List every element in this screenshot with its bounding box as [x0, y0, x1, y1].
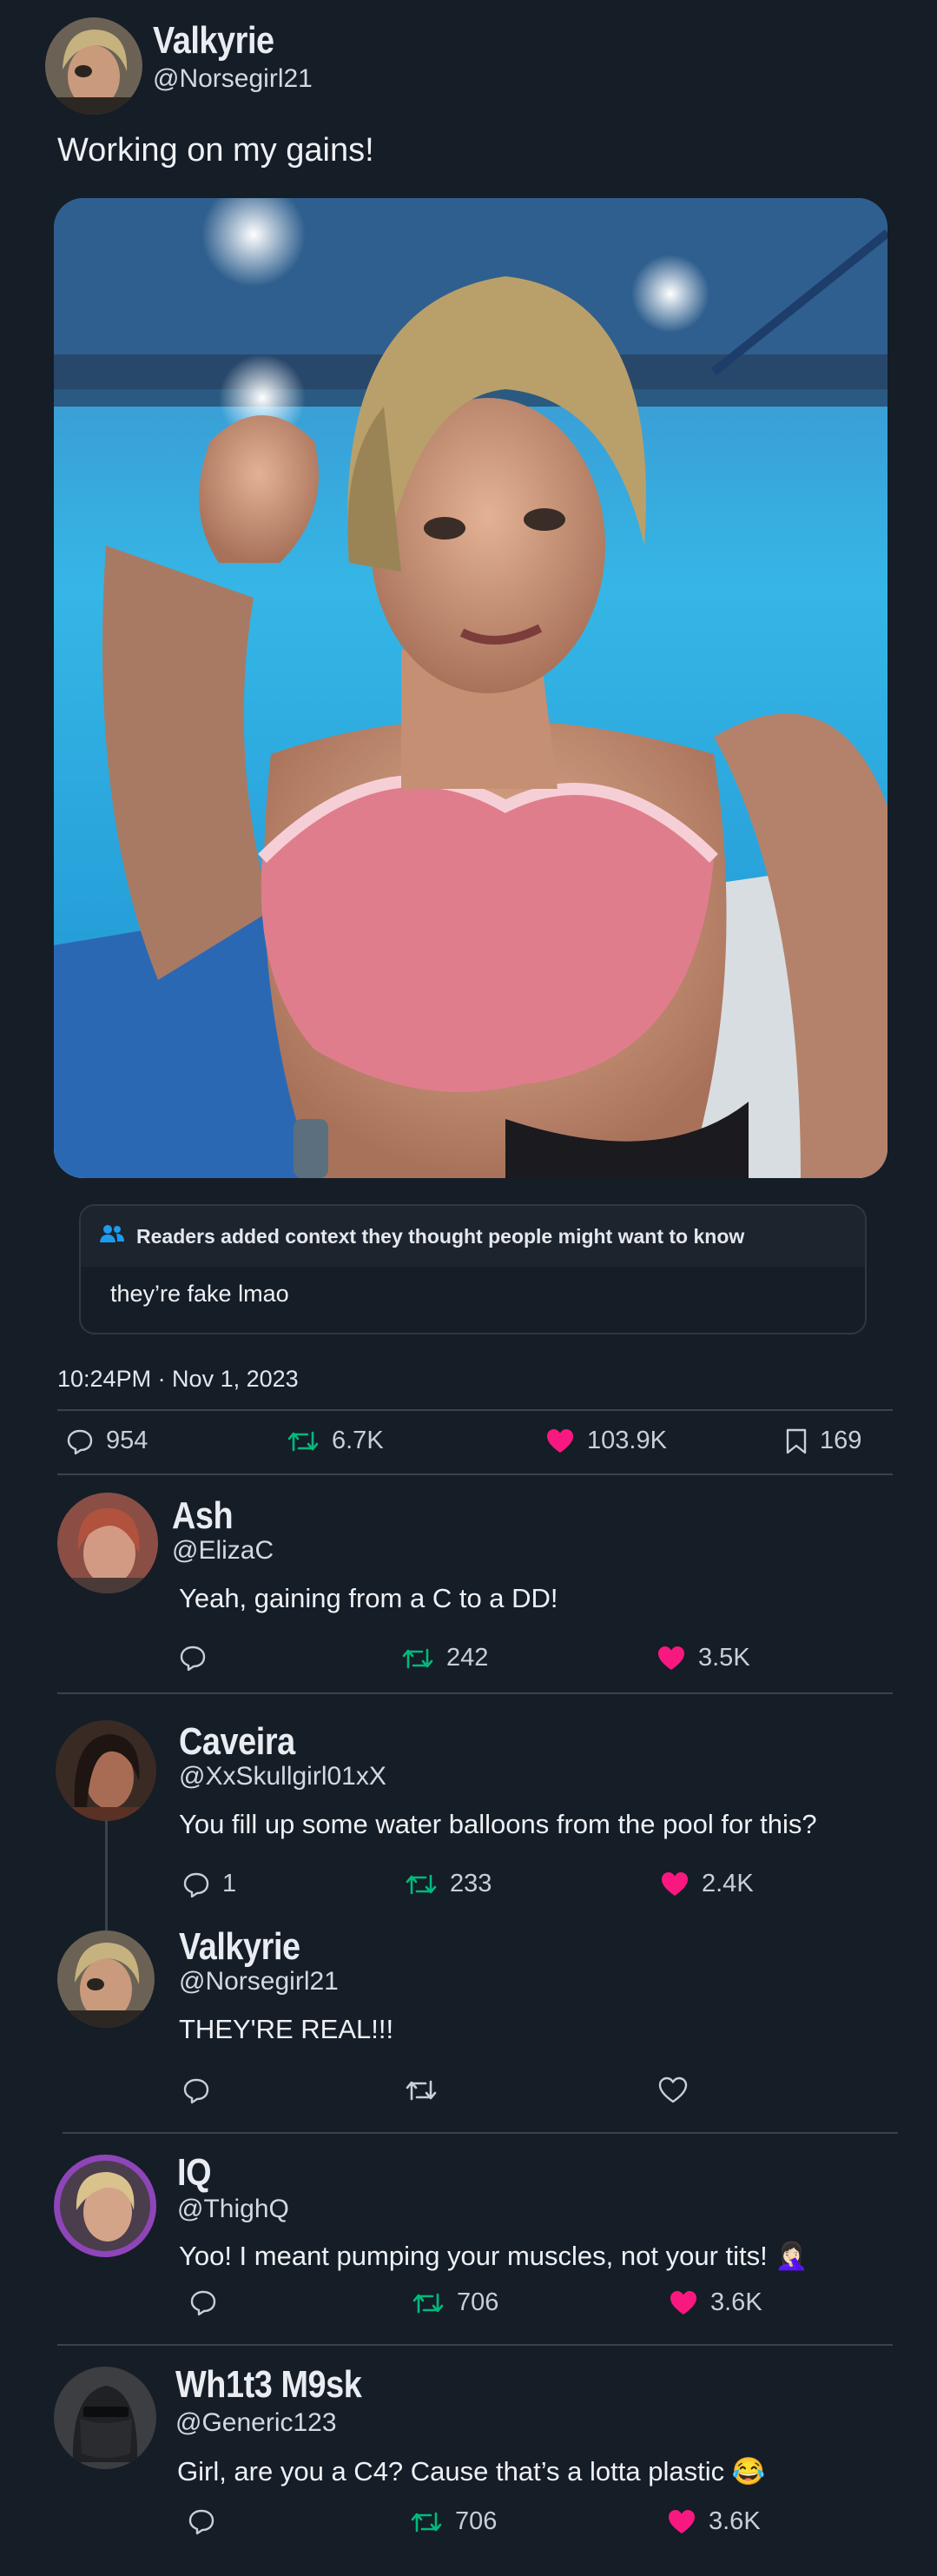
reply-like-stat[interactable]: 3.5K: [657, 1644, 750, 1672]
reply-text: Girl, are you a C4? Cause that’s a lotta…: [177, 2456, 766, 2487]
community-note-header: Readers added context they thought peopl…: [81, 1206, 865, 1267]
reply-icon: [182, 1871, 210, 1898]
reply-author-name[interactable]: IQ: [177, 2151, 212, 2195]
reply-count: 954: [106, 1427, 148, 1454]
author-name[interactable]: Valkyrie: [153, 19, 274, 63]
retweet-count: 706: [455, 2507, 498, 2535]
reply-retweet-stat[interactable]: [405, 2076, 450, 2104]
like-count: 3.5K: [698, 1644, 750, 1672]
people-icon: [98, 1223, 126, 1249]
reply-text: You fill up some water balloons from the…: [179, 1809, 817, 1839]
like-count: 3.6K: [709, 2507, 761, 2535]
reply-author-handle[interactable]: @Norsegirl21: [179, 1967, 339, 1997]
reply-author-name[interactable]: Wh1t3 M9sk: [175, 2363, 362, 2407]
like-count: 103.9K: [587, 1427, 667, 1454]
reply-reply-stat[interactable]: [182, 2076, 222, 2104]
reply-retweet-stat[interactable]: 242: [401, 1644, 488, 1672]
reply-avatar[interactable]: [57, 1930, 155, 2028]
thread-connector: [105, 1820, 108, 1942]
reply-icon: [182, 2076, 210, 2104]
like-icon: [657, 1645, 686, 1672]
reply-avatar[interactable]: [56, 1720, 156, 1821]
reply-reply-stat[interactable]: [188, 2507, 228, 2535]
like-stat[interactable]: 103.9K: [545, 1427, 667, 1455]
reply-retweet-stat[interactable]: 233: [405, 1870, 492, 1898]
retweet-icon: [287, 1427, 320, 1455]
reply-avatar[interactable]: [54, 2367, 156, 2469]
reply-author-handle[interactable]: @XxSkullgirl01xX: [179, 1762, 386, 1791]
reply-like-stat[interactable]: 2.4K: [660, 1870, 754, 1898]
like-icon: [660, 1871, 690, 1898]
reply-author-handle[interactable]: @Generic123: [175, 2408, 337, 2438]
reply-retweet-stat[interactable]: 706: [412, 2288, 498, 2317]
reply-like-stat[interactable]: 3.6K: [667, 2507, 761, 2536]
community-note: Readers added context they thought peopl…: [79, 1204, 867, 1334]
like-icon: [545, 1427, 575, 1455]
reply-like-stat[interactable]: [658, 2076, 700, 2104]
reply-author-handle[interactable]: @ElizaC: [172, 1536, 274, 1566]
tweet-media[interactable]: [54, 198, 888, 1178]
tweet-timestamp[interactable]: 10:24PM · Nov 1, 2023: [57, 1366, 299, 1393]
like-icon: [667, 2508, 696, 2536]
reply-reply-stat[interactable]: [179, 1644, 219, 1672]
author-avatar[interactable]: [45, 17, 142, 115]
retweet-icon: [401, 1645, 434, 1672]
retweet-count: 242: [446, 1644, 489, 1672]
divider: [57, 2344, 893, 2346]
bookmark-stat[interactable]: 169: [785, 1427, 861, 1455]
reply-author-name[interactable]: Valkyrie: [179, 1925, 300, 1969]
reply-text: THEY'RE REAL!!!: [179, 2014, 394, 2044]
reply-reply-stat[interactable]: 1: [182, 1870, 236, 1898]
retweet-count: 233: [450, 1870, 492, 1897]
reply-icon: [179, 1644, 207, 1672]
author-handle[interactable]: @Norsegirl21: [153, 64, 313, 94]
retweet-icon: [405, 1871, 438, 1898]
retweet-icon: [412, 2289, 445, 2317]
reply-icon: [189, 2288, 217, 2316]
reply-icon: [188, 2507, 215, 2535]
community-note-text: they’re fake lmao: [110, 1281, 289, 1307]
reply-text: Yeah, gaining from a C to a DD!: [179, 1583, 558, 1613]
reply-retweet-stat[interactable]: 706: [410, 2507, 497, 2536]
reply-reply-stat[interactable]: [189, 2288, 229, 2316]
reply-author-name[interactable]: Ash: [172, 1494, 234, 1538]
tweet-text: Working on my gains!: [57, 132, 374, 169]
reply-count: 1: [222, 1870, 237, 1897]
reply-like-stat[interactable]: 3.6K: [669, 2288, 762, 2317]
retweet-icon: [405, 2076, 438, 2104]
reply-stat[interactable]: 954: [66, 1427, 148, 1455]
community-note-title: Readers added context they thought peopl…: [136, 1224, 745, 1248]
bookmark-icon: [785, 1427, 808, 1455]
like-count: 2.4K: [702, 1870, 754, 1897]
divider: [57, 1692, 893, 1694]
retweet-icon: [410, 2508, 443, 2536]
reply-avatar[interactable]: [54, 2155, 156, 2257]
like-icon: [669, 2289, 698, 2317]
like-count: 3.6K: [710, 2288, 762, 2316]
retweet-count: 706: [457, 2288, 499, 2316]
reply-text: Yoo! I meant pumping your muscles, not y…: [179, 2241, 808, 2271]
reply-author-handle[interactable]: @ThighQ: [177, 2195, 289, 2224]
divider: [57, 1409, 893, 1411]
bookmark-count: 169: [820, 1427, 862, 1454]
retweet-stat[interactable]: 6.7K: [287, 1427, 384, 1455]
divider: [63, 2132, 898, 2134]
reply-author-name[interactable]: Caveira: [179, 1720, 295, 1764]
divider: [57, 1473, 893, 1475]
reply-icon: [66, 1427, 94, 1455]
reply-avatar[interactable]: [57, 1493, 158, 1593]
retweet-count: 6.7K: [332, 1427, 384, 1454]
like-icon: [658, 2076, 688, 2104]
